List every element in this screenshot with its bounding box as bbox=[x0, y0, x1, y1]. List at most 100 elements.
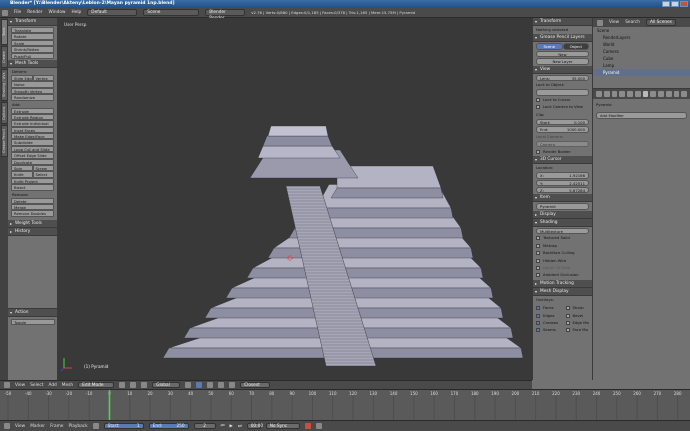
timeline-playback-menu[interactable]: Playback bbox=[68, 424, 87, 429]
sync-mode-selector[interactable]: No Sync bbox=[265, 422, 300, 430]
overlay-face-marks-checkbox[interactable] bbox=[565, 328, 570, 333]
lock-to-cursor-checkbox[interactable] bbox=[536, 97, 540, 102]
depth-of-field-row[interactable]: Depth Of Field bbox=[536, 265, 589, 271]
physics-tab-icon[interactable] bbox=[681, 91, 687, 97]
timeline-editor-icon[interactable] bbox=[4, 423, 10, 429]
material-tab-icon[interactable] bbox=[658, 91, 664, 97]
depth-of-field-checkbox[interactable] bbox=[536, 265, 540, 270]
mesh-menu[interactable]: Mesh bbox=[62, 383, 73, 388]
extrude-button[interactable]: Extrude bbox=[11, 107, 54, 114]
keying-set-icon[interactable] bbox=[315, 423, 322, 429]
pyramid-mesh-canvas[interactable] bbox=[58, 18, 532, 380]
matcap-row[interactable]: Matcap bbox=[536, 243, 589, 249]
render-engine-selector[interactable]: Blender Render bbox=[205, 9, 246, 21]
tab-grease-pencil[interactable]: Grease Pencil bbox=[1, 125, 8, 157]
noise-button[interactable]: Noise bbox=[11, 81, 54, 88]
jump-to-start-icon[interactable]: ⏮ bbox=[221, 424, 225, 429]
texture-tab-icon[interactable] bbox=[665, 91, 672, 97]
backface-culling-row[interactable]: Backface Culling bbox=[536, 250, 589, 256]
start-frame-field[interactable]: Start: 1 bbox=[103, 422, 144, 430]
overlay-faces-checkbox[interactable] bbox=[536, 306, 540, 311]
proportional-edit-icon[interactable] bbox=[218, 382, 225, 388]
transform-panel-header[interactable]: Transform bbox=[8, 18, 57, 26]
tab-options[interactable]: Options bbox=[1, 102, 8, 124]
overlay-edge-marks-row[interactable]: Edge Ma bbox=[565, 320, 590, 326]
render-layers-tab-icon[interactable] bbox=[603, 91, 610, 97]
use-preview-range-icon[interactable] bbox=[92, 423, 99, 429]
cursor-y-field[interactable]: Y: 2.42511 bbox=[536, 179, 589, 187]
backface-culling-checkbox[interactable] bbox=[536, 251, 540, 256]
select-menu[interactable]: Select bbox=[30, 383, 43, 388]
world-tab-icon[interactable] bbox=[619, 91, 625, 97]
menu-file[interactable]: File bbox=[14, 10, 21, 15]
minimize-button[interactable] bbox=[662, 1, 670, 7]
record-keyframe-icon[interactable] bbox=[304, 423, 311, 429]
vertex-select-icon[interactable] bbox=[185, 382, 192, 388]
action-dropdown[interactable]: Toggle bbox=[11, 319, 55, 326]
outliner-item-scene[interactable]: Scene bbox=[593, 27, 690, 34]
overlay-seams-row[interactable]: Seams bbox=[536, 327, 560, 333]
scene-tab-icon[interactable] bbox=[611, 91, 618, 97]
hidden-wire-checkbox[interactable] bbox=[536, 258, 540, 263]
info-editor-icon[interactable] bbox=[2, 9, 8, 16]
menu-render[interactable]: Render bbox=[27, 10, 42, 15]
motion-tracking-panel-header[interactable]: Motion Tracking bbox=[533, 279, 592, 288]
scene-selector[interactable]: Scene bbox=[143, 9, 200, 16]
history-panel-header[interactable]: History bbox=[8, 227, 57, 236]
overlay-bevel-checkbox[interactable] bbox=[565, 313, 570, 318]
3d-view-editor-icon[interactable] bbox=[4, 382, 10, 388]
outliner-item-pyramid[interactable]: Pyramid bbox=[593, 69, 690, 76]
end-frame-field[interactable]: End: 250 bbox=[148, 422, 189, 430]
outliner-item-world[interactable]: World bbox=[593, 41, 690, 48]
overlay-bevel-row[interactable]: Bevel bbox=[565, 312, 590, 318]
render-border-row[interactable]: Render Border bbox=[536, 148, 589, 154]
cursor-z-field[interactable]: Z: 5.67284 bbox=[536, 187, 589, 194]
3d-viewport[interactable]: User Persp (1) Pyramid bbox=[58, 18, 532, 380]
outliner-item-cube[interactable]: Cube bbox=[593, 55, 690, 62]
shrink-fatten-button[interactable]: Shrink/Fatten bbox=[11, 46, 54, 53]
view-panel-header[interactable]: View bbox=[533, 65, 592, 74]
transform-panel-header[interactable]: Transform bbox=[533, 18, 592, 26]
overlay-edges-row[interactable]: Edges bbox=[536, 312, 560, 318]
timeline-frame-menu[interactable]: Frame bbox=[50, 424, 63, 429]
gp-new-button[interactable]: New bbox=[536, 50, 589, 58]
remove-doubles-button[interactable]: Remove Doubles bbox=[11, 210, 54, 217]
constraints-tab-icon[interactable] bbox=[634, 91, 641, 97]
ambient-occlusion-row[interactable]: Ambient Occlusion bbox=[536, 272, 589, 278]
add-menu[interactable]: Add bbox=[48, 383, 56, 388]
timeline[interactable]: -50-40-30-20-100102030405060708090100110… bbox=[0, 389, 690, 420]
outliner-search-menu[interactable]: Search bbox=[625, 20, 640, 25]
render-border-checkbox[interactable] bbox=[536, 149, 540, 154]
outliner-view-menu[interactable]: View bbox=[609, 20, 619, 25]
outliner-display-mode[interactable]: All Scenes bbox=[645, 19, 677, 26]
grease-pencil-panel-header[interactable]: Grease Pencil Layers bbox=[533, 34, 592, 43]
offset-edge-slide-button[interactable]: Offset Edge Slide bbox=[11, 152, 54, 159]
item-name-field[interactable]: Pyramid bbox=[536, 203, 589, 210]
current-frame-field[interactable]: 2 bbox=[193, 422, 216, 430]
timeline-view-menu[interactable]: View bbox=[15, 424, 25, 429]
outliner-item-lamp[interactable]: Lamp bbox=[593, 62, 690, 69]
object-tab-icon[interactable] bbox=[627, 91, 633, 97]
data-tab-icon[interactable] bbox=[650, 91, 656, 97]
tab-create[interactable]: Create bbox=[1, 46, 8, 68]
timeline-marker-menu[interactable]: Marker bbox=[30, 424, 45, 429]
knife-select-button[interactable]: Select bbox=[32, 171, 54, 178]
outliner-editor-icon[interactable] bbox=[597, 19, 603, 26]
snap-target-selector[interactable]: Closest bbox=[240, 381, 271, 389]
layout-selector[interactable]: Default bbox=[87, 9, 138, 16]
mesh-tools-panel-header[interactable]: Mesh Tools bbox=[8, 59, 57, 68]
jump-to-end-icon[interactable]: ⏭ bbox=[238, 424, 242, 429]
extrude-individual-button[interactable]: Extrude Individual bbox=[11, 120, 54, 127]
knife-button[interactable]: Knife bbox=[11, 171, 33, 178]
lock-camera-checkbox[interactable] bbox=[536, 105, 540, 110]
weight-tools-panel-header[interactable]: Weight Tools bbox=[8, 219, 57, 228]
manipulator-icon[interactable] bbox=[141, 382, 148, 388]
overlay-sharp-checkbox[interactable] bbox=[565, 306, 570, 311]
local-camera-field[interactable]: Camera bbox=[536, 141, 589, 148]
ambient-occlusion-checkbox[interactable] bbox=[536, 273, 540, 278]
mesh-display-panel-header[interactable]: Mesh Display bbox=[533, 287, 592, 296]
maximize-button[interactable] bbox=[671, 1, 679, 7]
edge-select-icon[interactable] bbox=[196, 382, 203, 388]
vertex-slide-button[interactable]: Vertex bbox=[32, 74, 54, 82]
lock-camera-row[interactable]: Lock Camera to View bbox=[536, 104, 589, 110]
